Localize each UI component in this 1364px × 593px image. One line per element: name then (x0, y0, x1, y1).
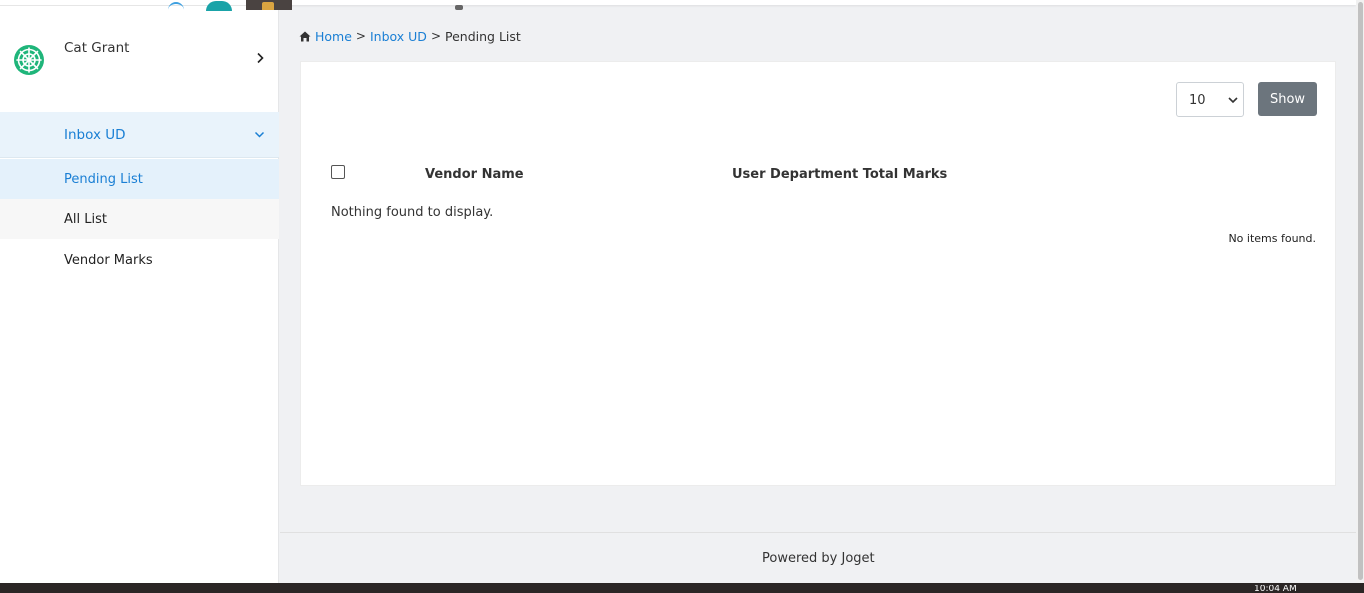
page-size-value: 10 (1189, 93, 1206, 108)
breadcrumb-inbox-ud[interactable]: Inbox UD (370, 29, 427, 44)
column-header-total-marks[interactable]: User Department Total Marks (732, 167, 947, 182)
show-button[interactable]: Show (1258, 82, 1317, 116)
sidebar: Cat Grant Inbox UD Pending List All List… (0, 0, 279, 583)
breadcrumb-separator: > (355, 29, 366, 43)
footer-text: Powered by Joget (762, 551, 875, 566)
sidebar-item-label: Vendor Marks (64, 253, 153, 268)
no-items-message: No items found. (1228, 232, 1316, 245)
sidebar-item-all-list[interactable]: All List (0, 199, 279, 239)
taskbar-app-icon[interactable] (455, 5, 463, 10)
breadcrumb-separator: > (430, 29, 441, 43)
menu-category-label: Inbox UD (64, 127, 126, 143)
profile-name: Cat Grant (64, 40, 130, 56)
page-size-select[interactable]: 10 (1176, 82, 1244, 117)
chevron-down-icon (254, 131, 265, 138)
breadcrumb-home[interactable]: Home (315, 29, 352, 44)
snowflake-logo-icon (14, 45, 44, 75)
list-panel: 10 Show Vendor Name User Department Tota… (300, 61, 1336, 486)
chevron-down-icon (1228, 97, 1238, 104)
os-taskbar (0, 583, 1364, 593)
sidebar-item-label: All List (64, 212, 107, 227)
top-bar (280, 0, 1356, 5)
breadcrumb-current: Pending List (445, 28, 521, 44)
select-all-checkbox[interactable] (331, 165, 345, 179)
column-header-vendor-name[interactable]: Vendor Name (425, 167, 524, 182)
user-profile[interactable]: Cat Grant (0, 30, 279, 90)
sidebar-item-label: Pending List (64, 172, 143, 187)
chevron-right-icon[interactable] (255, 52, 265, 64)
sidebar-top-divider (0, 5, 279, 6)
empty-table-message: Nothing found to display. (331, 205, 494, 220)
footer-divider (280, 532, 1356, 533)
taskbar-clock[interactable]: 10:04 AM (1254, 585, 1297, 593)
app-taskbar-icon[interactable] (206, 1, 232, 11)
sidebar-item-pending-list[interactable]: Pending List (0, 159, 279, 199)
menu-category-inbox-ud[interactable]: Inbox UD (0, 112, 279, 158)
file-explorer-icon (262, 2, 274, 10)
sidebar-item-vendor-marks[interactable]: Vendor Marks (0, 240, 279, 280)
breadcrumb: Home > Inbox UD > Pending List (299, 28, 521, 44)
home-icon (299, 31, 311, 41)
scrollbar-thumb[interactable] (1358, 2, 1363, 580)
